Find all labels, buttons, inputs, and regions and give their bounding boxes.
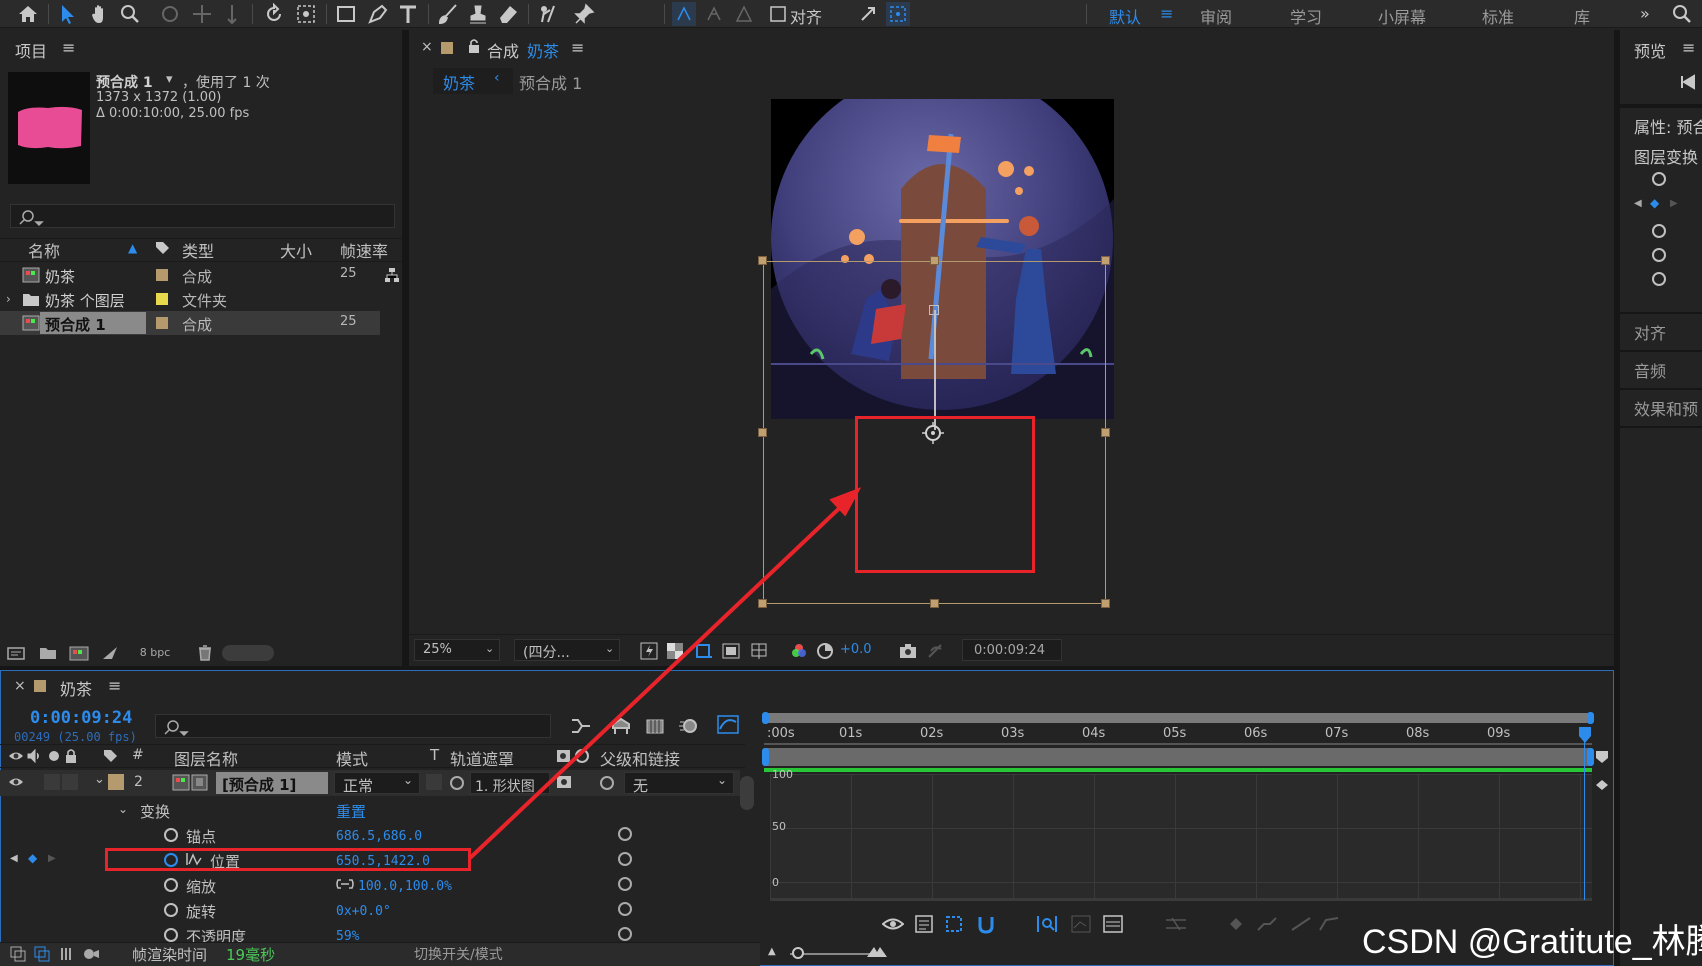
watermark: CSDN @Gratitute_林腾 — [1362, 923, 1702, 961]
annotation-arrow — [468, 487, 862, 860]
